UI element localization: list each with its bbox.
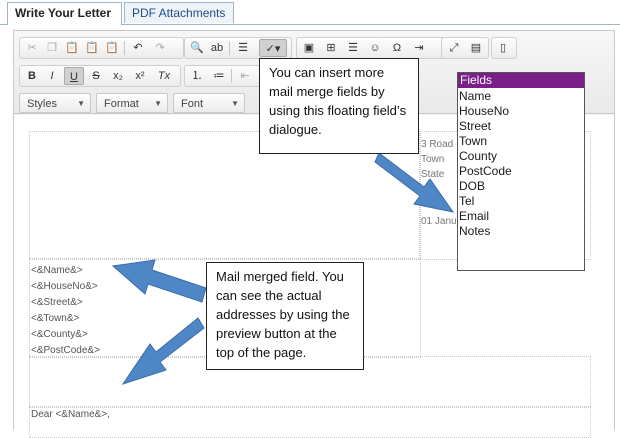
field-item[interactable]: Name	[459, 89, 491, 104]
field-item[interactable]: Notes	[459, 224, 490, 239]
arrow-to-fields-popup	[374, 152, 455, 213]
fields-popup: Fields Name HouseNo Street Town County P…	[457, 72, 585, 271]
field-item[interactable]: PostCode	[459, 164, 512, 179]
arrow-to-merge-fields	[111, 259, 207, 303]
field-item[interactable]: Street	[459, 119, 491, 134]
callout-merged-field: Mail merged field. You can see the actua…	[206, 262, 364, 370]
field-item[interactable]: Email	[459, 209, 489, 224]
arrow-to-salutation	[121, 317, 205, 385]
field-item[interactable]: DOB	[459, 179, 485, 194]
fields-popup-header: Fields	[458, 73, 584, 88]
field-item[interactable]: HouseNo	[459, 104, 509, 119]
callout-fields-dialogue: You can insert more mail merge fields by…	[259, 58, 419, 154]
field-item[interactable]: County	[459, 149, 497, 164]
field-item[interactable]: Tel	[459, 194, 474, 209]
field-item[interactable]: Town	[459, 134, 487, 149]
